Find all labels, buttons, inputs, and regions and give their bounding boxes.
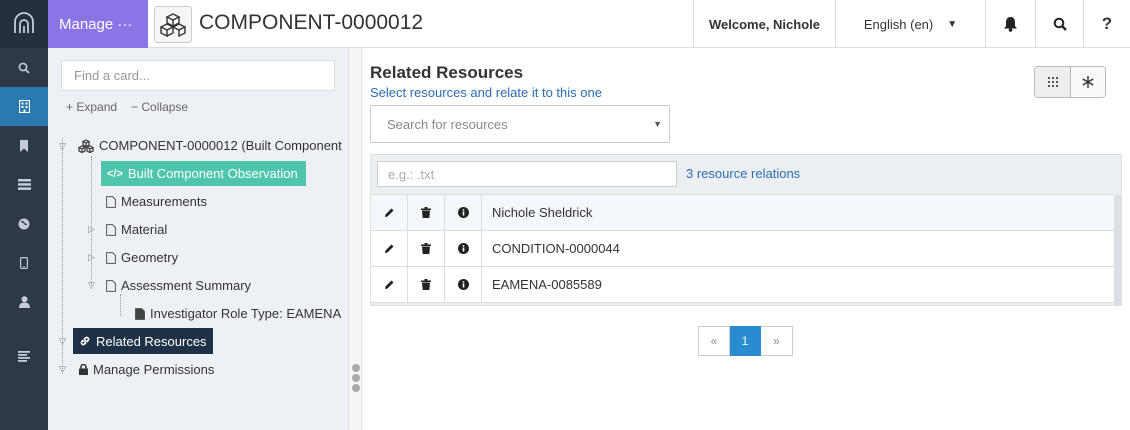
- drag-handle-icon[interactable]: [352, 364, 360, 392]
- tree-node-permissions[interactable]: Manage Permissions: [79, 357, 214, 382]
- tree-node-label: Manage Permissions: [93, 362, 215, 377]
- file-icon: [106, 195, 116, 208]
- grid-view-button[interactable]: [1035, 67, 1070, 97]
- help-icon[interactable]: ?: [1083, 0, 1130, 48]
- collapse-toggle-icon[interactable]: ▽: [59, 364, 66, 375]
- collapse-button[interactable]: − Collapse: [131, 100, 188, 114]
- expand-toggle-icon[interactable]: ▷: [88, 224, 95, 235]
- caret-down-icon: ▼: [947, 18, 958, 30]
- page-number-button[interactable]: 1: [730, 326, 761, 356]
- resource-title: COMPONENT-0000012: [199, 11, 424, 34]
- collapse-label: Collapse: [141, 100, 189, 114]
- tree-node-investigator[interactable]: Investigator Role Type: EAMENA: [135, 301, 348, 326]
- mobile-icon[interactable]: [0, 243, 48, 282]
- relations-panel: 3 resource relations Nichole Sheldrick C…: [370, 154, 1122, 306]
- related-resource-name[interactable]: Nichole Sheldrick: [482, 195, 592, 230]
- logo-icon[interactable]: [0, 0, 48, 48]
- cubes-icon: [78, 138, 94, 153]
- code-icon: </>: [107, 167, 123, 180]
- info-icon[interactable]: [445, 231, 482, 266]
- related-resource-name[interactable]: CONDITION-0000044: [482, 231, 620, 266]
- expand-label: Expand: [76, 100, 118, 114]
- page-subtitle: Select resources and relate it to this o…: [370, 85, 602, 100]
- tree-node-root[interactable]: COMPONENT-0000012 (Built Component: [78, 133, 342, 158]
- tree-connector: [91, 156, 92, 286]
- tree-node-label: Geometry: [121, 250, 179, 265]
- main-content: Related Resources Select resources and r…: [362, 48, 1130, 430]
- file-icon: [106, 251, 116, 264]
- prev-page-button[interactable]: «: [698, 326, 730, 356]
- edit-icon[interactable]: [371, 195, 408, 230]
- file-icon: [106, 223, 116, 236]
- lock-icon: [79, 364, 88, 375]
- collapse-toggle-icon[interactable]: ▽: [88, 280, 95, 291]
- bookmark-icon[interactable]: [0, 126, 48, 165]
- panel-splitter[interactable]: [349, 48, 362, 430]
- tree-node-related-resources[interactable]: Related Resources: [73, 328, 213, 354]
- list-icon[interactable]: [0, 165, 48, 204]
- graph-view-button[interactable]: [1070, 67, 1105, 97]
- table-row: EAMENA-0085589: [371, 266, 1114, 303]
- tree-node-measurements[interactable]: Measurements: [106, 189, 207, 214]
- trash-icon[interactable]: [408, 231, 445, 266]
- scrollbar[interactable]: [1114, 195, 1122, 306]
- collapse-toggle-icon[interactable]: ▽: [59, 336, 66, 347]
- next-page-button[interactable]: »: [761, 326, 793, 356]
- cubes-icon: [154, 6, 192, 43]
- pagination: « 1 »: [698, 326, 793, 356]
- bell-icon[interactable]: [985, 0, 1035, 48]
- tree-node-label: Assessment Summary: [121, 278, 252, 293]
- grid-icon: [1047, 77, 1058, 87]
- related-resource-name[interactable]: EAMENA-0085589: [482, 267, 602, 302]
- relations-table: Nichole Sheldrick CONDITION-0000044 EAME…: [371, 194, 1114, 303]
- manage-button[interactable]: Manage ···: [48, 0, 148, 48]
- language-label: English (en): [863, 16, 934, 32]
- filter-input[interactable]: [377, 161, 677, 187]
- search-icon[interactable]: [0, 48, 48, 87]
- edit-icon[interactable]: [371, 267, 408, 302]
- user-icon[interactable]: [0, 282, 48, 321]
- tree-node-label: Material: [121, 222, 168, 237]
- table-row: Nichole Sheldrick: [371, 194, 1114, 231]
- building-icon[interactable]: [0, 87, 48, 126]
- tree-node-observation[interactable]: </> Built Component Observation: [101, 161, 306, 186]
- tree-node-label: COMPONENT-0000012 (Built Component: [99, 138, 342, 153]
- file-icon: [135, 307, 145, 320]
- view-toggle: [1034, 66, 1106, 98]
- find-card-input[interactable]: [61, 60, 335, 91]
- page-title: Related Resources: [370, 63, 524, 82]
- tree-node-label: Investigator Role Type: EAMENA: [150, 306, 342, 321]
- globe-icon[interactable]: [0, 204, 48, 243]
- edit-icon[interactable]: [371, 231, 408, 266]
- resource-search-select[interactable]: Search for resources ▼: [370, 105, 670, 143]
- welcome-user[interactable]: Welcome, Nichole: [693, 0, 835, 48]
- expand-toggle-icon[interactable]: ▷: [88, 252, 95, 263]
- trash-icon[interactable]: [408, 195, 445, 230]
- resource-search-placeholder: Search for resources: [387, 116, 508, 132]
- file-icon: [106, 279, 116, 292]
- info-icon[interactable]: [445, 195, 482, 230]
- search-icon[interactable]: [1035, 0, 1083, 48]
- tree-node-material[interactable]: Material: [106, 217, 167, 242]
- tree-node-label: Built Component Observation: [127, 166, 298, 181]
- left-nav-rail: [0, 0, 48, 430]
- link-icon: [79, 335, 91, 347]
- expand-collapse-controls: + Expand − Collapse: [66, 100, 188, 114]
- menu-icon[interactable]: [0, 337, 48, 376]
- relation-count[interactable]: 3 resource relations: [686, 166, 800, 181]
- collapse-toggle-icon[interactable]: ▽: [59, 141, 66, 152]
- table-row: CONDITION-0000044: [371, 230, 1114, 267]
- info-icon[interactable]: [445, 267, 482, 302]
- language-select[interactable]: English (en) ▼: [835, 0, 985, 48]
- tree-node-label: Related Resources: [96, 333, 207, 349]
- top-bar: Manage ··· COMPONENT-0000012 Welcome, Ni…: [48, 0, 1130, 48]
- tree-node-assessment[interactable]: Assessment Summary: [106, 273, 251, 298]
- expand-button[interactable]: + Expand: [66, 100, 117, 114]
- trash-icon[interactable]: [408, 267, 445, 302]
- card-tree-panel: + Expand − Collapse ▽ COMPONENT-0000012 …: [48, 48, 349, 430]
- asterisk-icon: [1082, 76, 1094, 88]
- tree-node-label: Measurements: [121, 194, 207, 209]
- caret-down-icon: ▼: [653, 119, 662, 129]
- tree-node-geometry[interactable]: Geometry: [106, 245, 178, 270]
